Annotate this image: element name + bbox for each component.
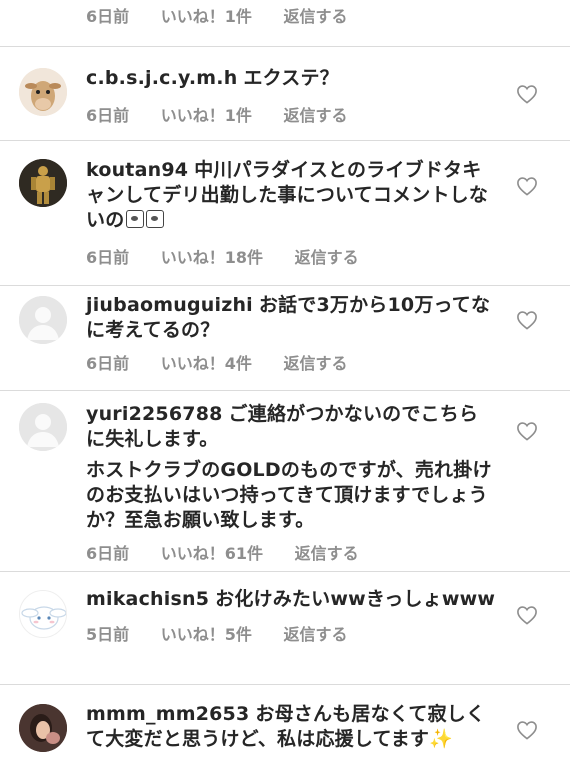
comment-item: mikachisn5 お化けみたいwwきっしょwww 5日前 いいね！5件 返信す… bbox=[0, 571, 570, 684]
comment-text-paragraph: ホストクラブのGOLDのものですが、売れ掛けのお支払いはいつ持ってきて頂けますで… bbox=[86, 459, 492, 531]
reply-button[interactable]: 返信する bbox=[283, 354, 347, 373]
sparkle-emoji-icon: ✨ bbox=[429, 728, 453, 750]
default-avatar-icon bbox=[19, 296, 67, 344]
comment-username[interactable]: yuri2256788 bbox=[86, 403, 223, 425]
avatar[interactable] bbox=[19, 159, 67, 207]
heart-outline-icon bbox=[517, 177, 537, 196]
previous-comment-meta: 6日前 いいね！1件 返信する bbox=[86, 6, 496, 28]
avatar[interactable] bbox=[19, 590, 67, 638]
comment-text: お化けみたいwwきっしょwww bbox=[215, 588, 496, 610]
heart-outline-icon bbox=[517, 422, 537, 441]
avatar[interactable] bbox=[19, 704, 67, 752]
heart-outline-icon bbox=[517, 85, 537, 104]
like-button[interactable] bbox=[516, 310, 538, 330]
heart-outline-icon bbox=[517, 721, 537, 740]
comment-item: yuri2256788 ご連絡がつかないのでこちらに失礼します。 ホストクラブのG… bbox=[0, 390, 570, 576]
default-avatar-icon bbox=[19, 403, 67, 451]
comment-username[interactable]: koutan94 bbox=[86, 159, 188, 181]
comment-time: 6日前 bbox=[86, 248, 130, 267]
photo-avatar-icon bbox=[19, 704, 67, 752]
comment-likes[interactable]: いいね！4件 bbox=[161, 354, 252, 373]
reply-button[interactable]: 返信する bbox=[283, 7, 347, 26]
reply-button[interactable]: 返信する bbox=[295, 544, 359, 563]
skull-emoji-icon bbox=[146, 210, 165, 228]
comment-likes[interactable]: いいね！61件 bbox=[161, 544, 263, 563]
heart-outline-icon bbox=[517, 606, 537, 625]
comment-likes[interactable]: いいね！1件 bbox=[161, 106, 252, 125]
cow-avatar-icon bbox=[19, 68, 67, 116]
reply-button[interactable]: 返信する bbox=[283, 106, 347, 125]
cinnamoroll-avatar-icon bbox=[20, 591, 66, 637]
comment-likes[interactable]: いいね！18件 bbox=[161, 248, 263, 267]
avatar[interactable] bbox=[19, 296, 67, 344]
avatar[interactable] bbox=[19, 403, 67, 451]
like-button[interactable] bbox=[516, 176, 538, 196]
comment-item: mmm_mm2653 お母さんも居なくて寂しくて大変だと思うけど、私は応援してます… bbox=[0, 684, 570, 762]
skull-emoji-icon bbox=[126, 210, 145, 228]
comment-time: 6日前 bbox=[86, 354, 130, 373]
comment-username[interactable]: mikachisn5 bbox=[86, 588, 209, 610]
like-button[interactable] bbox=[516, 720, 538, 740]
comment-username[interactable]: c.b.s.j.c.y.m.h bbox=[86, 67, 237, 89]
comment-time: 6日前 bbox=[86, 7, 130, 26]
comment-item: koutan94 中川パラダイスとのライブドタキャンしてデリ出勤した事についてコメ… bbox=[0, 140, 570, 286]
comment-item: jiubaomuguizhi お話で3万から10万ってなに考えてるの？ 6日前 い… bbox=[0, 285, 570, 395]
like-button[interactable] bbox=[516, 84, 538, 104]
reply-button[interactable]: 返信する bbox=[295, 248, 359, 267]
comment-username[interactable]: jiubaomuguizhi bbox=[86, 294, 253, 316]
avatar[interactable] bbox=[19, 68, 67, 116]
comment-likes[interactable]: いいね！1件 bbox=[161, 7, 252, 26]
comment-likes[interactable]: いいね！5件 bbox=[161, 625, 252, 644]
comment-time: 6日前 bbox=[86, 544, 130, 563]
comment-text: エクステ？ bbox=[243, 67, 339, 89]
heart-outline-icon bbox=[517, 311, 537, 330]
comment-username[interactable]: mmm_mm2653 bbox=[86, 703, 249, 725]
like-button[interactable] bbox=[516, 421, 538, 441]
like-button[interactable] bbox=[516, 605, 538, 625]
comment-item: c.b.s.j.c.y.m.h エクステ？ 6日前 いいね！1件 返信する bbox=[0, 46, 570, 140]
comment-time: 6日前 bbox=[86, 106, 130, 125]
comment-time: 5日前 bbox=[86, 625, 130, 644]
reply-button[interactable]: 返信する bbox=[283, 625, 347, 644]
figure-avatar-icon bbox=[19, 159, 67, 207]
